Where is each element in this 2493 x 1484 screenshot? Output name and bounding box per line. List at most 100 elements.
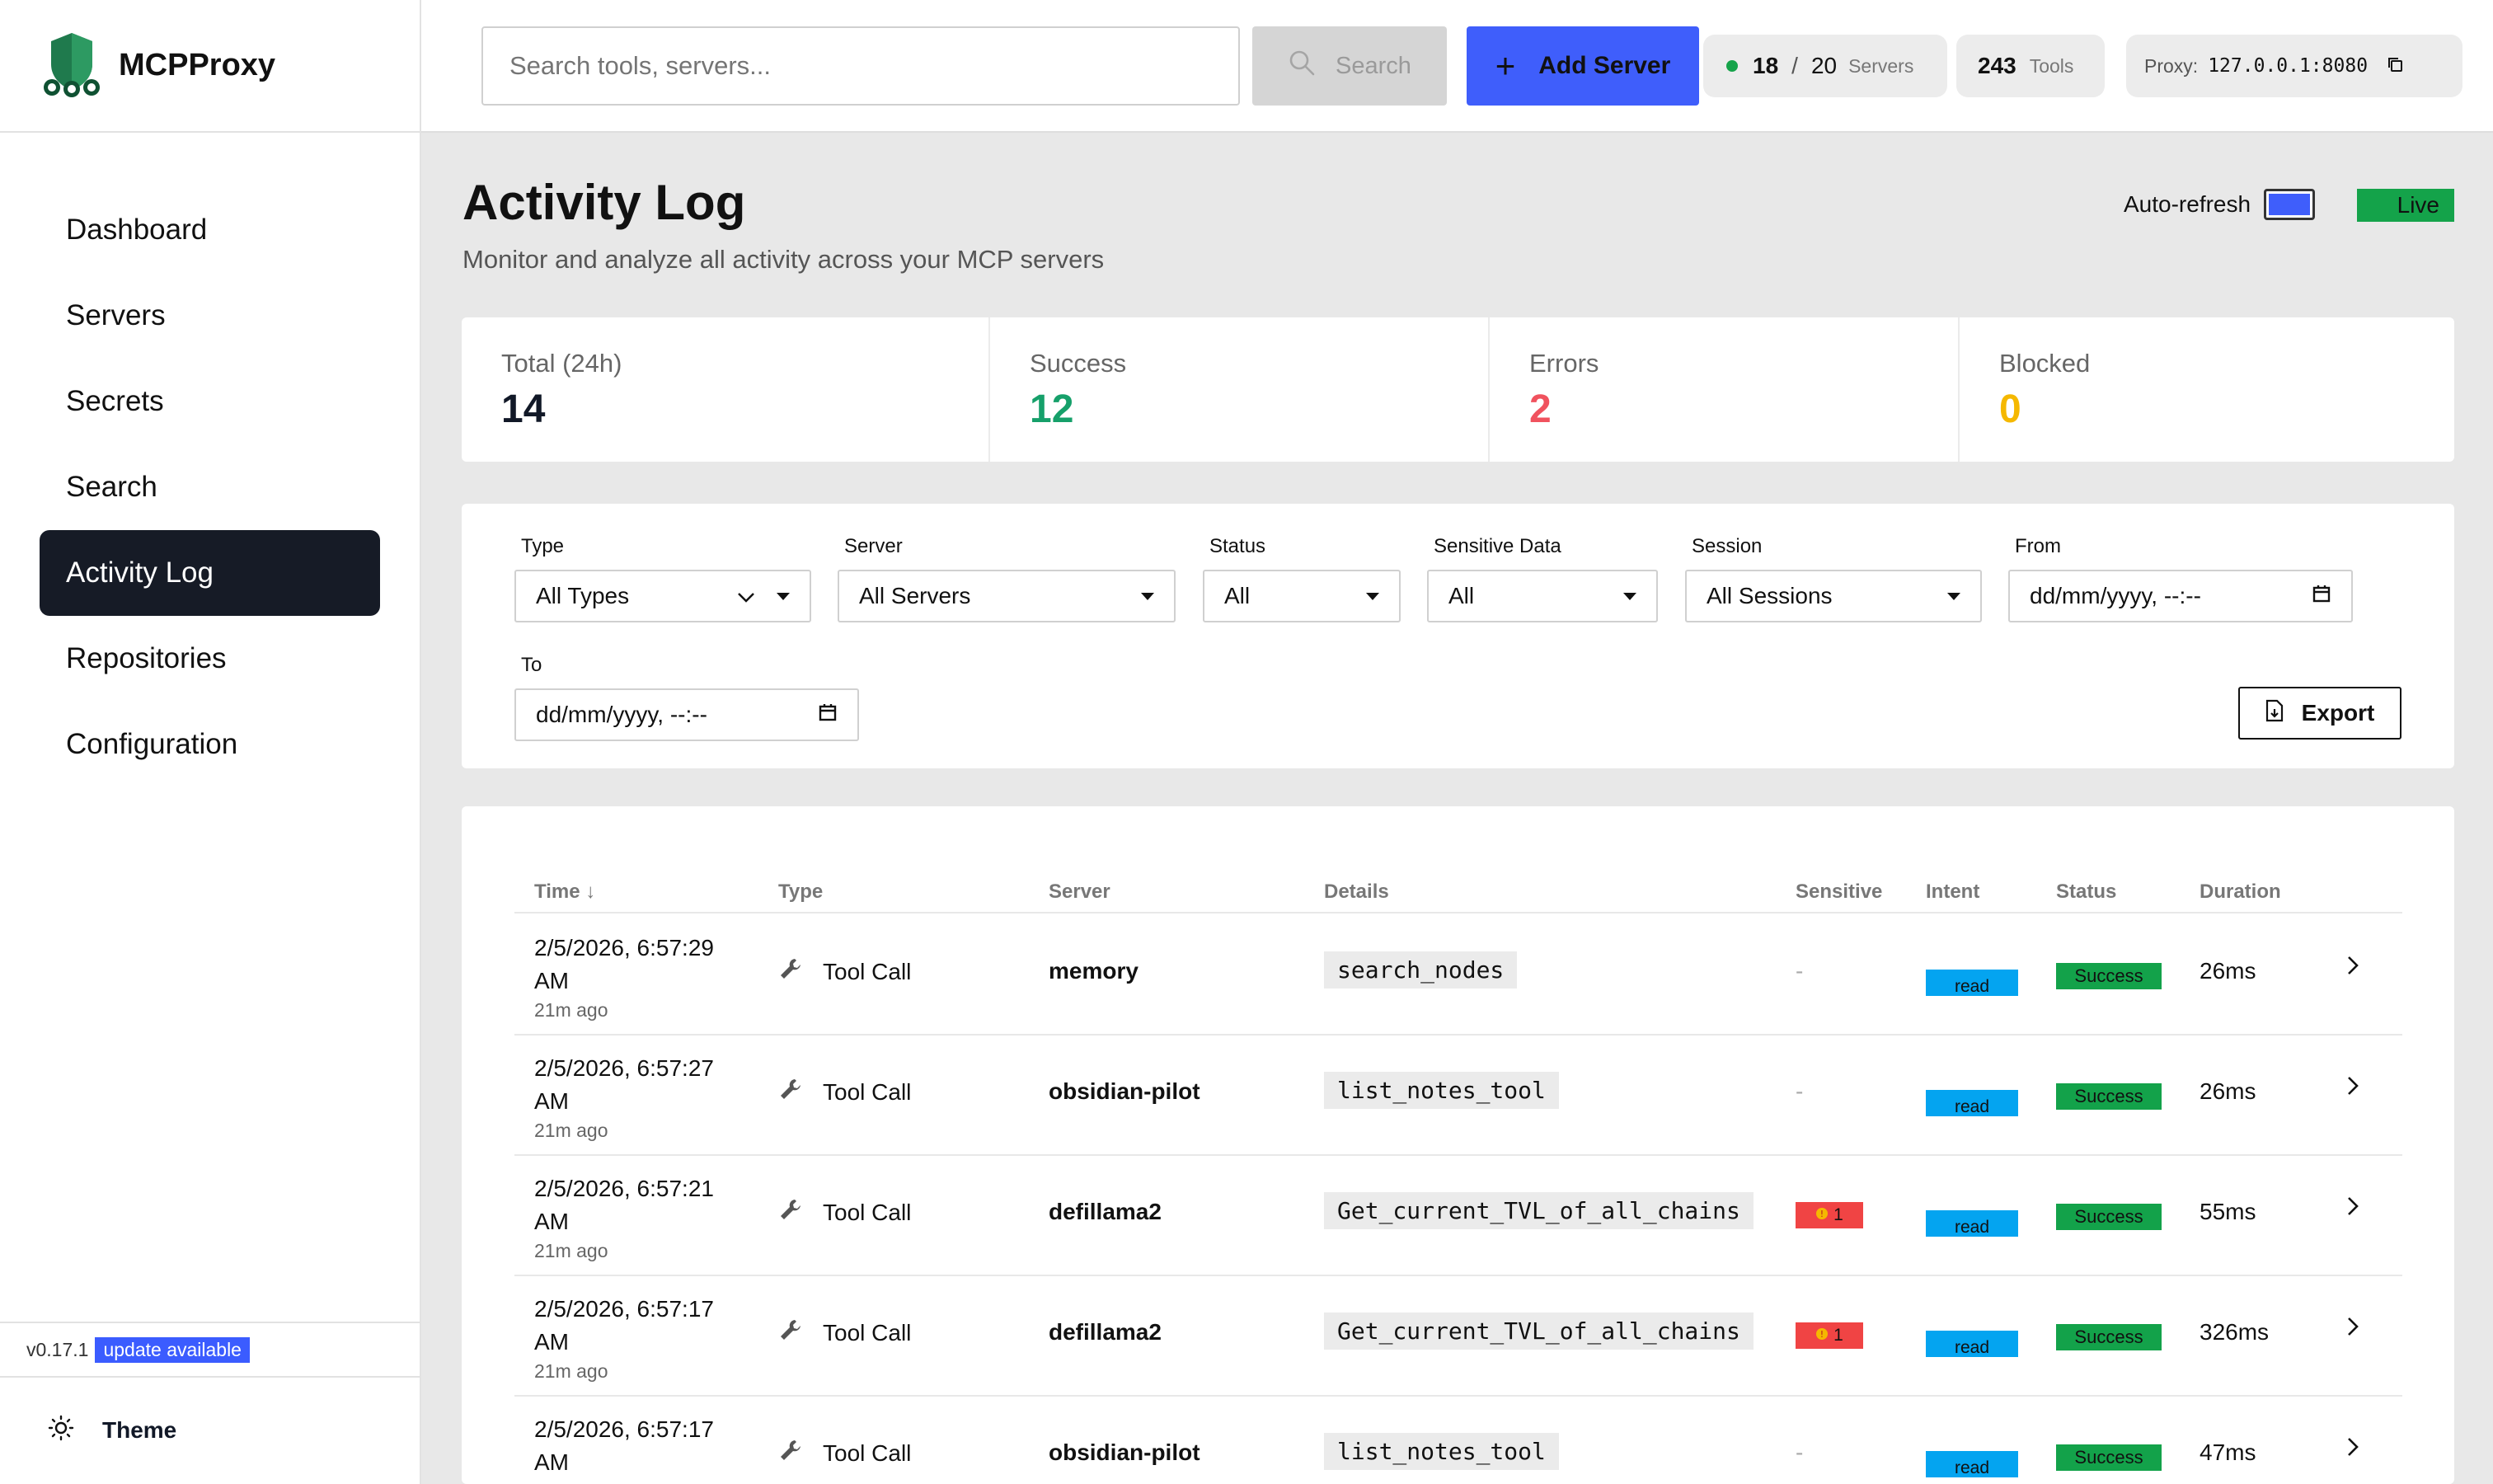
sidebar-item-activity-log[interactable]: Activity Log: [40, 530, 380, 616]
intent-badge: read: [1926, 1090, 2018, 1116]
stat-total: Total (24h) 14: [462, 317, 990, 462]
sidebar-item-repositories[interactable]: Repositories: [40, 616, 380, 702]
auto-refresh-toggle[interactable]: [2264, 189, 2316, 220]
row-time-ago: 21m ago: [534, 1120, 608, 1141]
row-details: Get_current_TVL_of_all_chains: [1324, 1192, 1754, 1229]
sensitive-badge[interactable]: ! 1: [1796, 1202, 1863, 1228]
theme-toggle[interactable]: Theme: [0, 1402, 420, 1459]
column-header-details: Details: [1324, 881, 1389, 903]
filter-session-select[interactable]: All Sessions: [1685, 570, 1982, 622]
row-type: Tool Call: [778, 1317, 911, 1349]
chevron-right-icon[interactable]: [2346, 955, 2359, 983]
row-server: obsidian-pilot: [1049, 1078, 1200, 1104]
search-input[interactable]: [481, 26, 1240, 106]
row-type-label: Tool Call: [823, 1320, 912, 1345]
svg-text:!: !: [1820, 1329, 1824, 1340]
row-time-ago: 21m ago: [534, 1479, 740, 1484]
calendar-icon[interactable]: [818, 702, 838, 728]
column-header-status: Status: [2056, 881, 2117, 903]
row-type-label: Tool Call: [823, 1200, 912, 1225]
stat-success-label: Success: [1030, 349, 1127, 378]
row-time-date: 2/5/2026, 6:57:29: [534, 935, 714, 960]
filter-from: From dd/mm/yyyy, --:--: [2008, 535, 2353, 622]
calendar-icon[interactable]: [2312, 583, 2331, 609]
row-server: defillama2: [1049, 1199, 1162, 1224]
toggle-knob: [2269, 194, 2311, 215]
servers-label: Servers: [1848, 54, 1914, 77]
column-header-type: Type: [778, 881, 824, 903]
chevron-down-icon: [737, 583, 755, 609]
chevron-right-icon[interactable]: [2346, 1195, 2359, 1223]
row-time-ampm: AM: [534, 1209, 569, 1234]
row-time-ampm: AM: [534, 1449, 569, 1475]
sensitive-badge[interactable]: ! 1: [1796, 1322, 1863, 1349]
search-button[interactable]: Search: [1252, 26, 1447, 106]
chevron-right-icon[interactable]: [2346, 1436, 2359, 1464]
table-row[interactable]: 2/5/2026, 6:57:21 AM 21m ago Tool Call d…: [514, 1156, 2402, 1276]
filters-card: Type All Types Server All Servers Status…: [462, 504, 2454, 768]
stat-total-value: 14: [501, 387, 546, 431]
proxy-address-pill[interactable]: Proxy: 127.0.0.1:8080: [2126, 35, 2462, 97]
column-header-server: Server: [1049, 881, 1110, 903]
table-header: Time ↓ Type Server Details Sensitive Int…: [514, 859, 2402, 913]
row-time: 2/5/2026, 6:57:17 AM 21m ago: [534, 1413, 740, 1484]
wrench-icon: [778, 1317, 803, 1349]
servers-status-pill[interactable]: 18 / 20 Servers: [1703, 35, 1947, 97]
sensitive-count: 1: [1833, 1326, 1843, 1345]
copy-icon[interactable]: [2386, 53, 2404, 79]
sensitive-count: 1: [1833, 1205, 1843, 1224]
table-row[interactable]: 2/5/2026, 6:57:27 AM 21m ago Tool Call o…: [514, 1036, 2402, 1156]
row-type-label: Tool Call: [823, 1440, 912, 1466]
filter-type-value: All Types: [536, 583, 630, 608]
filter-session: Session All Sessions: [1685, 535, 1982, 622]
filter-sensitive: Sensitive Data All: [1427, 535, 1658, 622]
sidebar-item-secrets[interactable]: Secrets: [40, 359, 380, 444]
filter-server-select[interactable]: All Servers: [838, 570, 1176, 622]
filter-from-input[interactable]: dd/mm/yyyy, --:--: [2008, 570, 2353, 622]
row-sensitive-none: -: [1796, 1078, 1804, 1104]
activity-table: Time ↓ Type Server Details Sensitive Int…: [462, 806, 2454, 1484]
sidebar-item-search[interactable]: Search: [40, 444, 380, 530]
row-duration: 326ms: [2200, 1319, 2270, 1345]
chevron-right-icon[interactable]: [2346, 1316, 2359, 1344]
status-badge: Success: [2056, 963, 2162, 989]
filter-to: To dd/mm/yyyy, --:--: [514, 654, 859, 741]
add-server-button[interactable]: + Add Server: [1467, 26, 1699, 106]
column-header-time[interactable]: Time ↓: [534, 881, 595, 904]
sidebar-item-configuration[interactable]: Configuration: [40, 702, 380, 787]
stat-blocked: Blocked 0: [1960, 317, 2454, 462]
filter-to-label: To: [521, 654, 542, 676]
stat-blocked-value: 0: [1999, 387, 2021, 431]
brand[interactable]: MCPProxy: [0, 0, 420, 133]
chevron-right-icon[interactable]: [2346, 1075, 2359, 1103]
wrench-icon: [778, 956, 803, 988]
brand-name: MCPProxy: [119, 48, 276, 82]
dropdown-arrow-icon: [1141, 592, 1154, 600]
export-button[interactable]: Export: [2238, 687, 2401, 740]
row-details: Get_current_TVL_of_all_chains: [1324, 1313, 1754, 1350]
file-export-icon: [2265, 699, 2284, 728]
filter-type-select[interactable]: All Types: [514, 570, 811, 622]
sidebar-item-servers[interactable]: Servers: [40, 273, 380, 359]
row-server: obsidian-pilot: [1049, 1439, 1200, 1465]
search-button-label: Search: [1336, 52, 1411, 79]
sidebar-item-dashboard[interactable]: Dashboard: [40, 187, 380, 273]
stat-success: Success 12: [990, 317, 1490, 462]
filter-to-input[interactable]: dd/mm/yyyy, --:--: [514, 688, 859, 741]
tools-count-pill[interactable]: 243 Tools: [1956, 35, 2105, 97]
auto-refresh-control: Auto-refresh: [2124, 189, 2316, 220]
table-row[interactable]: 2/5/2026, 6:57:17 AM 21m ago Tool Call o…: [514, 1397, 2402, 1484]
row-time-ago: 21m ago: [534, 1240, 608, 1261]
table-row[interactable]: 2/5/2026, 6:57:29 AM 21m ago Tool Call m…: [514, 915, 2402, 1036]
warning-icon: !: [1815, 1205, 1829, 1225]
plus-icon: +: [1495, 46, 1516, 85]
filter-status-select[interactable]: All: [1203, 570, 1401, 622]
row-details: list_notes_tool: [1324, 1072, 1559, 1109]
update-available-badge[interactable]: update available: [95, 1336, 250, 1363]
servers-separator: /: [1791, 53, 1798, 78]
filter-sensitive-select[interactable]: All: [1427, 570, 1658, 622]
filter-session-value: All Sessions: [1707, 583, 1833, 608]
add-server-label: Add Server: [1538, 52, 1671, 79]
row-time-ampm: AM: [534, 1088, 569, 1114]
table-row[interactable]: 2/5/2026, 6:57:17 AM 21m ago Tool Call d…: [514, 1276, 2402, 1397]
